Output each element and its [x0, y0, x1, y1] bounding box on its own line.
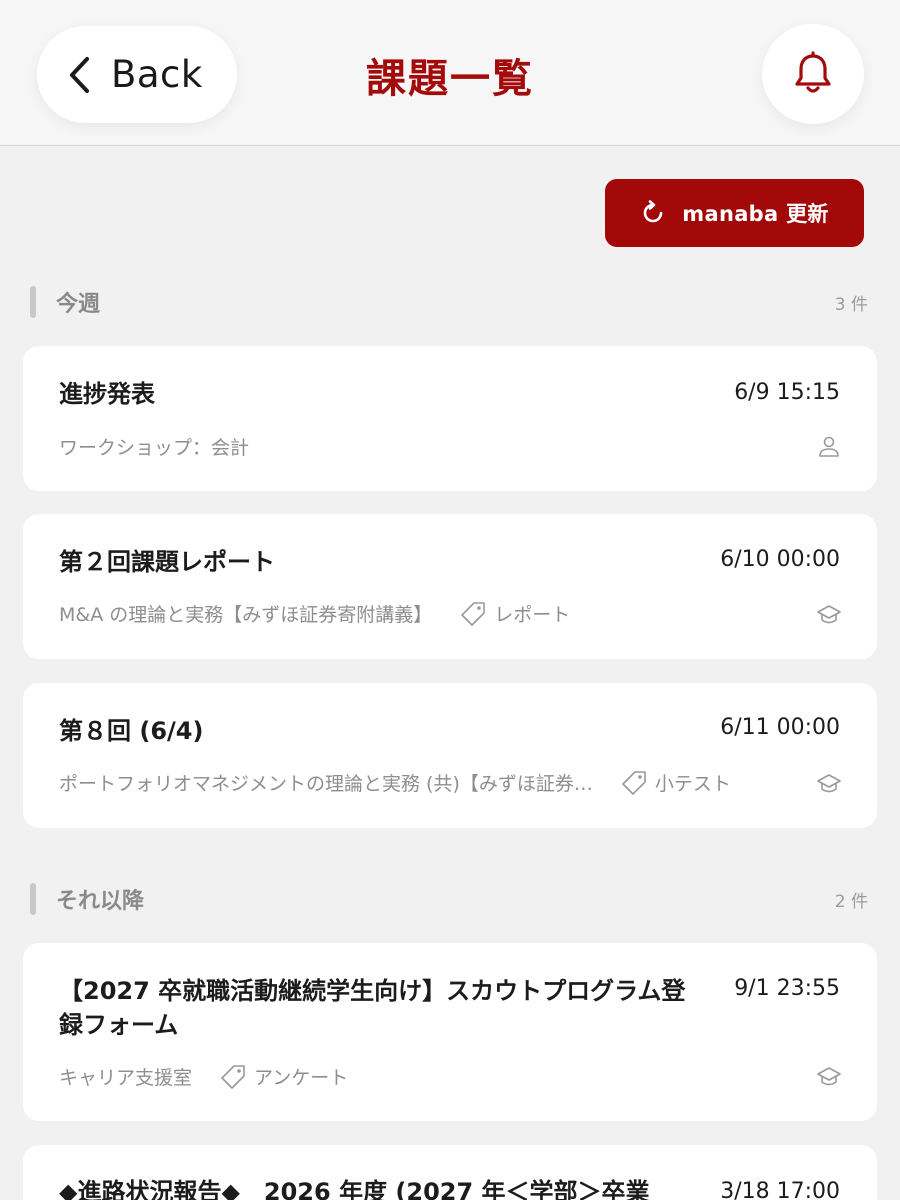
assignment-deadline: 6/9 15:15: [734, 380, 840, 405]
assignment-card[interactable]: 第８回 (6/4) 6/11 00:00 ポートフォリオマネジメントの理論と実務…: [23, 683, 877, 828]
course-name: M&A の理論と実務【みずほ証券寄附講義】: [59, 604, 433, 626]
notification-button[interactable]: [762, 24, 864, 124]
assignment-title: 進捗発表: [59, 380, 155, 408]
assignment-meta: M&A の理論と実務【みずほ証券寄附講義】 レポート: [59, 600, 570, 627]
assignment-deadline: 6/10 00:00: [720, 547, 840, 572]
graduation-cap-icon: [817, 1067, 841, 1086]
section-title: それ以降: [56, 889, 145, 914]
course-name: ワークショップ：会計: [59, 437, 250, 459]
assignment-deadline: 6/11 00:00: [720, 715, 840, 740]
assignment-card[interactable]: 進捗発表 6/9 15:15 ワークショップ：会計: [23, 346, 877, 491]
assignment-deadline: 9/1 23:55: [734, 976, 840, 1001]
course-name: ポートフォリオマネジメントの理論と実務 (共)【みずほ証券…: [59, 773, 593, 795]
assignment-title: ◆進路状況報告◆ 2026 年度 (2027 年＜学部＞卒業: [59, 1178, 650, 1200]
assignment-type-tag: 小テスト: [621, 769, 731, 796]
graduation-cap-icon: [817, 605, 841, 624]
bell-icon: [795, 51, 831, 93]
graduation-cap-icon: [817, 774, 841, 793]
assignment-title-line: 録フォーム: [59, 1011, 179, 1039]
assignment-title: 第８回 (6/4): [59, 717, 204, 745]
assignment-type-label: レポート: [494, 604, 571, 626]
assignment-type-tag: レポート: [460, 600, 570, 627]
refresh-label: manaba 更新: [682, 202, 829, 226]
manaba-refresh-button[interactable]: manaba 更新: [605, 179, 864, 247]
assignment-title-line: 【2027 卒就職活動継続学生向け】スカウトプログラム登: [59, 977, 686, 1005]
section-count: 2 件: [834, 892, 868, 912]
person-icon: [819, 436, 839, 457]
assignment-card[interactable]: 第２回課題レポート 6/10 00:00 M&A の理論と実務【みずほ証券寄附講…: [23, 514, 877, 659]
refresh-icon: [644, 200, 663, 223]
section-title: 今週: [56, 292, 101, 317]
chevron-left-icon: [70, 56, 89, 93]
assignment-title: 第２回課題レポート: [59, 548, 275, 576]
section-this-week: 今週 3 件: [30, 284, 868, 320]
section-later: それ以降 2 件: [30, 881, 868, 917]
assignment-type-tag: アンケート: [220, 1063, 348, 1090]
assignment-meta: ポートフォリオマネジメントの理論と実務 (共)【みずほ証券… 小テスト: [59, 769, 731, 796]
section-marker: [30, 883, 36, 915]
assignment-meta: ワークショップ：会計: [59, 433, 249, 460]
assignment-deadline: 3/18 17:00: [720, 1179, 840, 1200]
course-name: キャリア支援室: [59, 1067, 193, 1089]
assignment-type-label: 小テスト: [654, 773, 731, 795]
assignment-title: 【2027 卒就職活動継続学生向け】スカウトプログラム登 録フォーム: [59, 974, 719, 1042]
page-title: 課題一覧: [366, 56, 534, 102]
tag-icon: [461, 601, 486, 626]
section-count: 3 件: [834, 295, 868, 315]
assignment-type-label: アンケート: [254, 1067, 349, 1089]
tag-icon: [221, 1064, 245, 1089]
back-label: Back: [111, 53, 203, 96]
back-button[interactable]: Back: [37, 26, 237, 123]
header: Back 課題一覧: [0, 0, 900, 146]
tag-icon: [622, 770, 646, 795]
assignment-meta: キャリア支援室 アンケート: [59, 1063, 348, 1090]
section-marker: [30, 286, 36, 318]
assignment-card[interactable]: ◆進路状況報告◆ 2026 年度 (2027 年＜学部＞卒業 3/18 17:0…: [23, 1145, 877, 1200]
assignment-card[interactable]: 【2027 卒就職活動継続学生向け】スカウトプログラム登 録フォーム 9/1 2…: [23, 943, 877, 1121]
